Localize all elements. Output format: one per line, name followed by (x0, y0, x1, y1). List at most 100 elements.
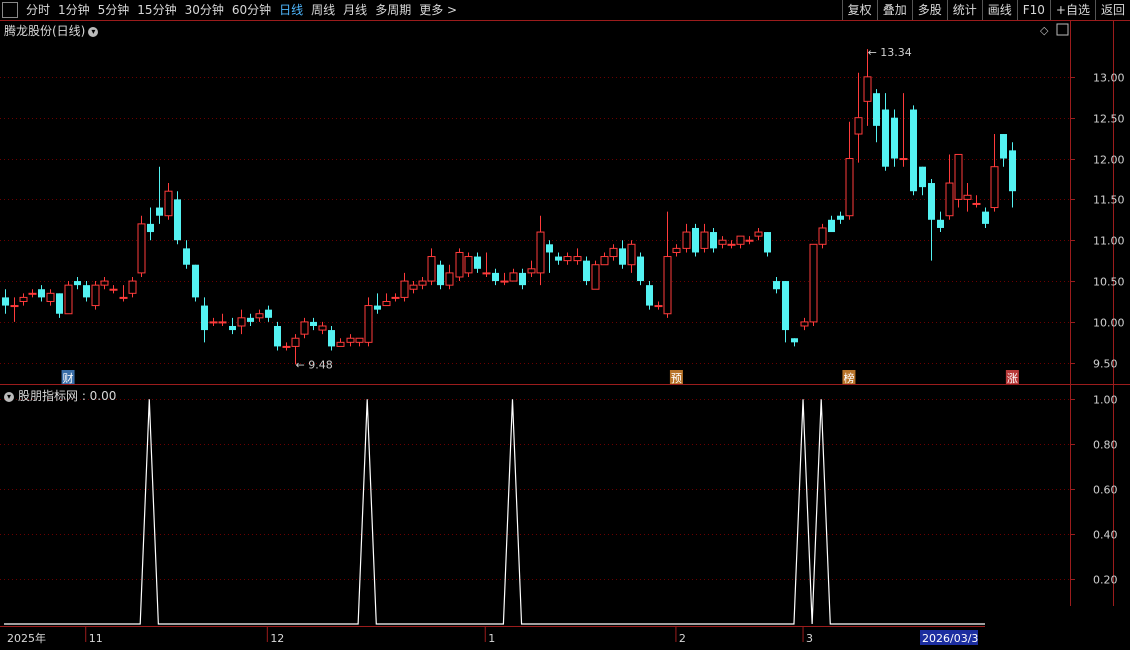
candle-body-up (382, 300, 391, 307)
candle-body-up (672, 247, 681, 253)
candle-body-down (782, 281, 789, 331)
candle-body-up (527, 268, 536, 274)
candle-body-down (937, 219, 944, 228)
candle-body-up (609, 247, 618, 258)
candle-body-down (555, 256, 562, 261)
candle-body-up (46, 292, 55, 302)
candle-body-up (218, 321, 227, 324)
candle-body-up (109, 288, 118, 291)
candle-body-down (583, 260, 590, 282)
candle-body-down (791, 338, 798, 343)
time-axis-label: 12 (270, 632, 284, 645)
candle-body-down (1000, 134, 1007, 159)
price-tick-label: 13.00 (1093, 72, 1125, 85)
candle-body-down (2, 297, 9, 306)
candle-body-down (247, 317, 254, 322)
indicator-title-text: 股朋指标网 : 0.00 (18, 389, 117, 403)
indicator-tick-label: 0.80 (1093, 439, 1118, 452)
candle-body-down (183, 248, 190, 265)
candle-body-down (710, 232, 717, 249)
candle-body-up (845, 158, 854, 217)
candle-body-down (156, 207, 163, 216)
stock-title-text: 腾龙股份(日线) (4, 24, 86, 38)
candle-body-down (265, 309, 272, 318)
candle-body-up (863, 76, 872, 102)
candle-body-down (837, 215, 844, 220)
candle-body-up (282, 345, 291, 348)
candle-body-up (600, 256, 609, 266)
candle-body-down (928, 183, 935, 220)
candle-body-up (19, 296, 28, 302)
candle-body-down (773, 281, 780, 290)
candle-body-up (591, 264, 600, 290)
candle-body-up (536, 231, 545, 274)
price-tick-label: 11.00 (1093, 235, 1125, 248)
candle-body-up (972, 202, 981, 205)
candle-body-up (682, 231, 691, 249)
candle-body-down (692, 227, 699, 253)
candle-body-down (891, 117, 898, 159)
diamond-icon: ◇ (1040, 24, 1049, 37)
indicator-tick-label: 0.20 (1093, 574, 1118, 587)
candle-body-down (646, 285, 653, 306)
dropdown-icon[interactable]: ▾ (4, 391, 14, 402)
event-marker: 财 (63, 371, 74, 385)
price-tick-label: 12.00 (1093, 154, 1125, 167)
candle-body-up (482, 272, 491, 275)
candle-body-down (74, 281, 81, 286)
price-tick-label: 9.50 (1093, 358, 1118, 371)
candle-body-down (619, 248, 626, 265)
dropdown-icon[interactable]: ▾ (88, 26, 99, 37)
candle-body-up (418, 280, 427, 286)
price-tick-label: 11.50 (1093, 194, 1125, 207)
indicator-tick-label: 0.60 (1093, 484, 1118, 497)
candle-body-up (663, 256, 672, 315)
price-tick-label: 10.50 (1093, 276, 1125, 289)
event-marker: 涨 (1007, 372, 1018, 385)
candle-body-down (519, 272, 526, 286)
candle-body-up (954, 153, 963, 200)
candle-body-down (274, 325, 281, 347)
candle-body-up (255, 313, 264, 319)
candle-body-up (563, 256, 572, 262)
candle-body-up (509, 272, 518, 282)
candle-body-up (336, 341, 345, 347)
candle-body-down (873, 93, 880, 126)
candle-body-up (400, 280, 409, 298)
candle-body-up (800, 321, 809, 327)
candle-body-up (736, 235, 745, 245)
candle-body-up (718, 239, 727, 245)
candle-body-up (209, 321, 218, 324)
candle-body-down (192, 264, 199, 298)
candle-body-down (637, 256, 644, 282)
candle-body-up (990, 166, 999, 209)
candle-body-up (137, 223, 146, 274)
candle-body-up (455, 251, 464, 278)
high-price-label: ← 13.34 (868, 46, 912, 59)
kline-chart[interactable]: 13.0012.5012.0011.5011.0010.5010.009.50←… (0, 0, 1130, 650)
candle-body-down (828, 219, 835, 233)
time-axis-label: 2 (679, 632, 686, 645)
price-tick-label: 10.00 (1093, 317, 1125, 330)
watermark-area (985, 606, 1130, 650)
candle-body-up (237, 317, 246, 327)
candle-body-up (364, 305, 373, 343)
candle-body-up (427, 256, 436, 282)
candle-body-up (300, 321, 309, 335)
candle-body-down (38, 289, 45, 298)
candle-body-down (147, 223, 154, 233)
candle-body-up (119, 296, 128, 299)
candle-body-down (882, 109, 889, 167)
candle-body-down (492, 272, 499, 282)
candle-body-up (318, 325, 327, 331)
candle-body-down (174, 199, 181, 241)
candle-body-down (910, 109, 917, 192)
candle-body-down (56, 293, 63, 314)
candle-body-up (409, 284, 418, 290)
candle-body-down (328, 330, 335, 347)
candle-body-up (164, 190, 173, 217)
candle-body-up (91, 284, 100, 307)
candle-body-down (201, 305, 208, 331)
candle-body-down (229, 325, 236, 331)
candle-body-up (899, 158, 908, 161)
